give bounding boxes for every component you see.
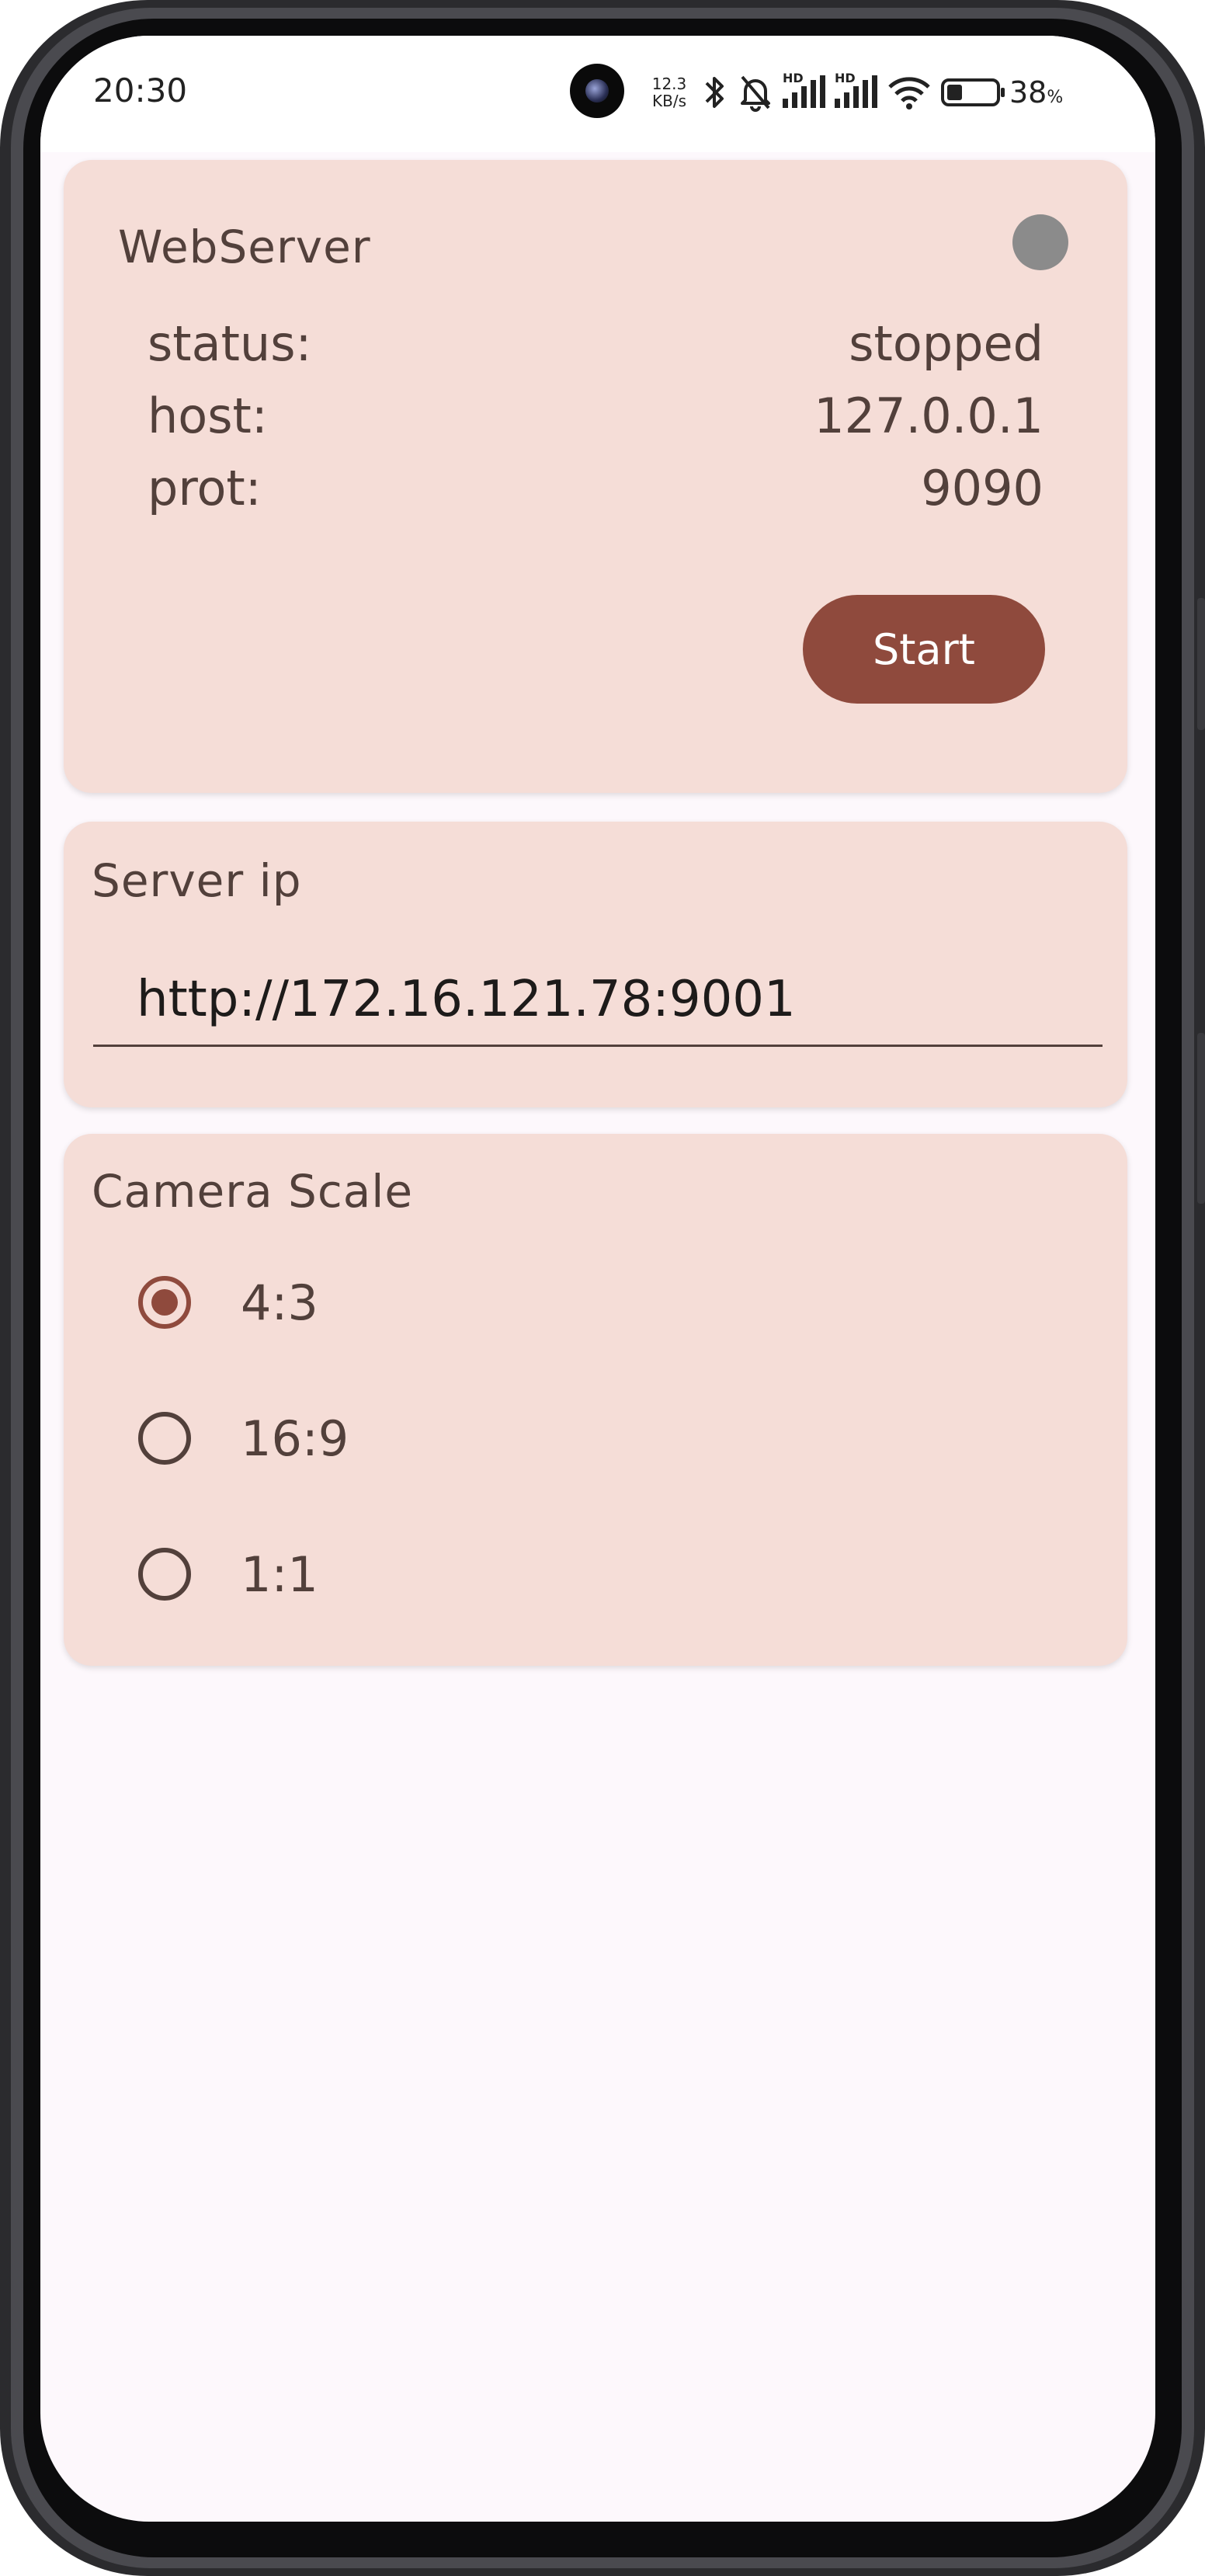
port-value: 9090 [921, 460, 1044, 516]
scale-option-4-3[interactable]: 4:3 [138, 1267, 318, 1337]
scale-option-label: 16:9 [241, 1410, 349, 1467]
scale-option-1-1[interactable]: 1:1 [138, 1539, 318, 1609]
status-icons: 12.3 KB/s HD HD 38% [646, 65, 1063, 120]
battery-percent: 38% [1009, 75, 1064, 110]
network-speed: 12.3 KB/s [651, 75, 687, 110]
radio-button-selected[interactable] [138, 1276, 191, 1329]
server-status-indicator [1012, 214, 1068, 270]
signal-icon-2: HD [835, 71, 877, 108]
host-value: 127.0.0.1 [814, 388, 1044, 444]
phone-frame: 20:30 12.3 KB/s HD HD 38% WebServer stat… [0, 0, 1205, 2576]
status-bar: 20:30 12.3 KB/s HD HD 38% [40, 36, 1155, 152]
start-button[interactable]: Start [803, 595, 1045, 704]
front-camera [570, 64, 624, 118]
volume-up-button [1197, 598, 1205, 730]
radio-button[interactable] [138, 1548, 191, 1601]
app-screen: 20:30 12.3 KB/s HD HD 38% WebServer stat… [40, 36, 1155, 2522]
webserver-title: WebServer [118, 221, 371, 273]
signal-icon-1: HD [783, 71, 825, 108]
bell-muted-icon [741, 75, 770, 112]
scale-option-label: 1:1 [241, 1545, 318, 1603]
status-value: stopped [849, 315, 1044, 372]
camera-scale-title: Camera Scale [92, 1165, 414, 1218]
server-ip-card: Server ip [64, 822, 1127, 1107]
host-label: host: [148, 388, 268, 444]
status-time: 20:30 [93, 71, 188, 110]
camera-scale-card: Camera Scale 4:3 16:9 1:1 [64, 1134, 1127, 1666]
server-ip-input[interactable] [93, 954, 1103, 1047]
scale-option-16-9[interactable]: 16:9 [138, 1403, 349, 1473]
webserver-card: WebServer status: stopped host: 127.0.0.… [64, 160, 1127, 793]
power-button [1197, 1033, 1205, 1204]
scale-option-label: 4:3 [241, 1274, 318, 1331]
wifi-icon [888, 77, 930, 110]
server-ip-title: Server ip [92, 854, 302, 907]
battery-icon [941, 78, 1005, 106]
radio-button[interactable] [138, 1412, 191, 1465]
status-label: status: [148, 315, 312, 372]
port-label: prot: [148, 460, 262, 516]
bluetooth-icon [705, 77, 724, 108]
